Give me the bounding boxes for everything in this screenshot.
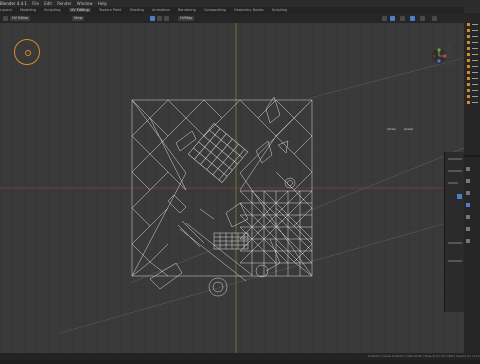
tab-compositing[interactable]: Compositing: [204, 8, 226, 12]
proportional-icon[interactable]: [410, 16, 415, 21]
tab-rendering[interactable]: Rendering: [178, 8, 196, 12]
mode-label[interactable]: UV Editor: [10, 16, 31, 21]
sidebar-toggle[interactable]: [457, 194, 462, 199]
select-mode-vertex-icon[interactable]: [150, 16, 155, 21]
tab-layout[interactable]: Layout: [0, 8, 12, 12]
overlay-icon[interactable]: [382, 16, 387, 21]
sidebar-field[interactable]: [448, 242, 462, 244]
sidebar-field[interactable]: [448, 182, 458, 184]
top-menu-bar: Blender 4.4.1 File Edit Render Window He…: [0, 0, 480, 7]
tab-sculpting[interactable]: Sculpting: [44, 8, 60, 12]
view-options-icon[interactable]: [432, 16, 437, 21]
shading-icon[interactable]: [390, 16, 395, 21]
uv-canvas[interactable]: [0, 23, 464, 360]
tab-uv-editing[interactable]: UV Editing: [68, 8, 91, 12]
outliner-panel[interactable]: [464, 7, 480, 360]
properties-sidebar[interactable]: [444, 152, 465, 312]
status-text: Collection | Scene Collection | Verts 0/…: [367, 355, 480, 358]
outliner-list[interactable]: [464, 7, 480, 360]
sidebar-field[interactable]: [448, 158, 462, 160]
menu-file[interactable]: File: [32, 1, 39, 6]
snap-icon[interactable]: [400, 16, 405, 21]
status-bar: Collection | Scene Collection | Verts 0/…: [0, 353, 480, 360]
tab-scripting[interactable]: Scripting: [272, 8, 288, 12]
menu-help[interactable]: Help: [98, 1, 107, 6]
tab-shading[interactable]: Shading: [130, 8, 144, 12]
zoom-icon[interactable]: [446, 45, 452, 51]
sidebar-field[interactable]: [448, 170, 462, 172]
tab-geometry-nodes[interactable]: Geometry Nodes: [234, 8, 264, 12]
workspace-tabs: Layout Modeling Sculpting UV Editing Tex…: [0, 7, 480, 14]
editor-type-icon[interactable]: [3, 16, 8, 21]
sidebar-field[interactable]: [448, 260, 462, 262]
camera-icon[interactable]: [446, 61, 452, 67]
display-icon[interactable]: [420, 16, 425, 21]
orientation-tag[interactable]: Global: [402, 127, 415, 132]
view-menu[interactable]: View: [72, 16, 85, 21]
sync-select[interactable]: UVMap: [178, 16, 195, 21]
select-mode-edge-icon[interactable]: [157, 16, 162, 21]
uv-viewport[interactable]: Vertex Global: [0, 23, 464, 360]
pivot-tag[interactable]: Vertex: [385, 127, 398, 132]
hand-icon[interactable]: [446, 53, 452, 59]
app-title: Blender 4.4.1: [0, 1, 27, 6]
tab-modeling[interactable]: Modeling: [20, 8, 36, 12]
select-mode-face-icon[interactable]: [164, 16, 169, 21]
tab-animation[interactable]: Animation: [152, 8, 170, 12]
cursor-icon[interactable]: [14, 39, 40, 65]
tab-texture-paint[interactable]: Texture Paint: [99, 8, 122, 12]
menu-window[interactable]: Window: [77, 1, 93, 6]
menu-render[interactable]: Render: [57, 1, 71, 6]
menu-edit[interactable]: Edit: [44, 1, 52, 6]
